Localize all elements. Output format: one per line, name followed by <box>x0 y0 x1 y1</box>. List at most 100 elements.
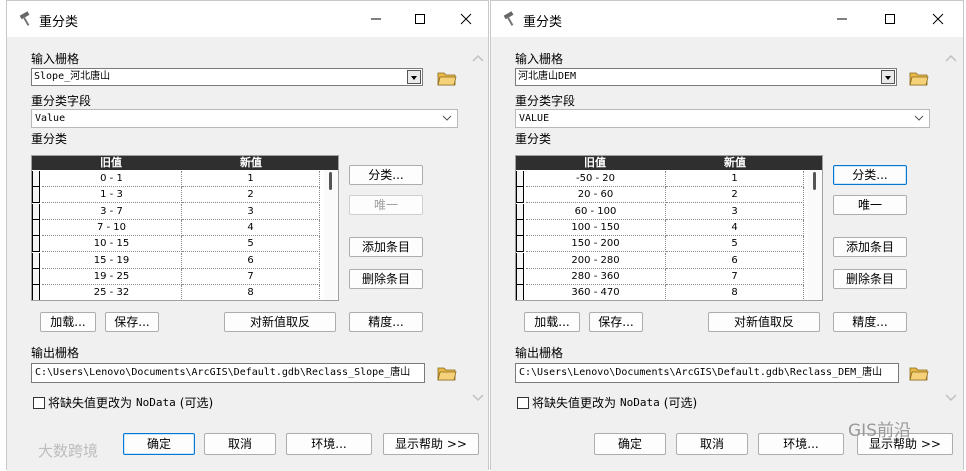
cell-new-value[interactable]: 5 <box>182 236 320 253</box>
row-header[interactable] <box>32 203 40 220</box>
cell-old-value[interactable]: 15 - 19 <box>42 252 182 269</box>
reverse-new-values-button[interactable]: 对新值取反 <box>708 312 820 332</box>
reclass-field-select[interactable]: VALUE <box>515 109 930 128</box>
reclass-table[interactable]: 旧值 新值 0 - 111 - 323 - 737 - 10 4 10 - 15 5 1… <box>31 155 339 301</box>
checkbox-box[interactable] <box>517 396 529 409</box>
maximize-button[interactable] <box>875 7 905 31</box>
environments-button[interactable]: 环境... <box>286 433 372 455</box>
panel-scroll-down-icon[interactable] <box>943 393 959 403</box>
show-help-button[interactable]: 显示帮助 >> <box>383 433 479 455</box>
row-header[interactable] <box>32 236 40 253</box>
cell-new-value[interactable]: 4 <box>666 219 804 236</box>
reclass-table[interactable]: 旧值 新值 -50 - 20 1 20 - 60 2 60 - 100 3 100 - 15… <box>515 155 823 301</box>
row-header[interactable] <box>516 171 524 187</box>
minimize-button[interactable] <box>827 7 857 31</box>
cell-old-value[interactable]: 19 - 25 <box>42 268 182 285</box>
classify-button[interactable]: 分类... <box>349 165 423 185</box>
table-scrollbar[interactable] <box>808 170 822 300</box>
cell-new-value[interactable]: 3 <box>666 203 804 220</box>
precision-button[interactable]: 精度... <box>833 312 907 332</box>
row-header[interactable] <box>516 236 524 253</box>
cell-new-value[interactable]: 2 <box>666 187 804 204</box>
cell-old-value[interactable]: 360 - 470 <box>526 285 666 300</box>
cell-old-value[interactable]: 0 - 1 <box>42 171 182 187</box>
cell-new-value[interactable]: 8 <box>666 285 804 300</box>
browse-input-button[interactable] <box>907 67 931 89</box>
maximize-button[interactable] <box>405 7 435 31</box>
row-header[interactable] <box>32 268 40 285</box>
nodata-checkbox[interactable]: 将缺失值更改为 NoData (可选) <box>33 394 213 411</box>
nodata-checkbox[interactable]: 将缺失值更改为 NoData (可选) <box>517 394 697 411</box>
cell-new-value[interactable]: 1 <box>182 171 320 187</box>
cell-old-value[interactable]: -50 - 20 <box>526 171 666 187</box>
browse-output-button[interactable] <box>435 362 459 384</box>
cell-old-value[interactable]: 100 - 150 <box>526 219 666 236</box>
cell-old-value[interactable]: 200 - 280 <box>526 252 666 269</box>
panel-scroll-up-icon[interactable] <box>943 53 959 63</box>
cell-old-value[interactable]: 25 - 32 <box>42 285 182 300</box>
cell-old-value[interactable]: 3 - 7 <box>42 203 182 220</box>
row-header[interactable] <box>516 219 524 236</box>
delete-entry-button[interactable]: 删除条目 <box>833 269 907 289</box>
cell-new-value[interactable]: 4 <box>182 219 320 236</box>
add-entry-button[interactable]: 添加条目 <box>349 237 423 257</box>
unique-button[interactable]: 唯一 <box>349 195 423 215</box>
browse-output-button[interactable] <box>907 362 931 384</box>
reclass-field-select[interactable]: Value <box>31 109 458 128</box>
delete-entry-button[interactable]: 删除条目 <box>349 269 423 289</box>
output-raster-field[interactable]: C:\Users\Lenovo\Documents\ArcGIS\Default… <box>515 363 899 383</box>
reverse-new-values-button[interactable]: 对新值取反 <box>224 312 336 332</box>
row-header[interactable] <box>32 171 40 187</box>
title-bar[interactable]: 重分类 <box>7 1 488 37</box>
browse-input-button[interactable] <box>435 67 459 89</box>
close-button[interactable] <box>923 7 953 31</box>
title-bar[interactable]: 重分类 <box>491 1 963 37</box>
unique-button[interactable]: 唯一 <box>833 195 907 215</box>
panel-scroll-down-icon[interactable] <box>470 393 486 403</box>
environments-button[interactable]: 环境... <box>758 433 844 455</box>
panel-scroll-up-icon[interactable] <box>470 53 486 63</box>
cell-new-value[interactable]: 8 <box>182 285 320 300</box>
cell-new-value[interactable]: 1 <box>666 171 804 187</box>
close-button[interactable] <box>451 7 481 31</box>
row-header[interactable] <box>516 268 524 285</box>
row-header[interactable] <box>516 203 524 220</box>
load-button[interactable]: 加载... <box>524 312 580 332</box>
row-header[interactable] <box>32 252 40 269</box>
ok-button[interactable]: 确定 <box>594 433 666 455</box>
cell-old-value[interactable]: 20 - 60 <box>526 187 666 204</box>
save-button[interactable]: 保存... <box>105 312 159 332</box>
row-header[interactable] <box>32 187 40 204</box>
cell-new-value[interactable]: 5 <box>666 236 804 253</box>
table-scrollbar[interactable] <box>324 170 338 300</box>
cell-new-value[interactable]: 6 <box>666 252 804 269</box>
cancel-button[interactable]: 取消 <box>204 433 276 455</box>
row-header[interactable] <box>516 252 524 269</box>
checkbox-box[interactable] <box>33 396 45 409</box>
cell-new-value[interactable]: 3 <box>182 203 320 220</box>
cell-old-value[interactable]: 150 - 200 <box>526 236 666 253</box>
input-raster-combo[interactable]: 河北唐山DEM <box>515 68 897 86</box>
minimize-button[interactable] <box>361 7 391 31</box>
input-raster-combo[interactable]: Slope_河北唐山 <box>31 68 423 86</box>
cell-old-value[interactable]: 10 - 15 <box>42 236 182 253</box>
row-header[interactable] <box>516 285 524 300</box>
scroll-thumb[interactable] <box>813 172 816 190</box>
row-header[interactable] <box>32 285 40 300</box>
output-raster-field[interactable]: C:\Users\Lenovo\Documents\ArcGIS\Default… <box>31 363 425 383</box>
cell-new-value[interactable]: 7 <box>666 268 804 285</box>
ok-button[interactable]: 确定 <box>123 433 195 455</box>
cell-old-value[interactable]: 7 - 10 <box>42 219 182 236</box>
load-button[interactable]: 加载... <box>40 312 96 332</box>
cell-old-value[interactable]: 1 - 3 <box>42 187 182 204</box>
precision-button[interactable]: 精度... <box>349 312 423 332</box>
scroll-thumb[interactable] <box>329 172 332 190</box>
chevron-down-icon[interactable] <box>881 70 895 84</box>
cell-new-value[interactable]: 7 <box>182 268 320 285</box>
chevron-down-icon[interactable] <box>407 70 421 84</box>
cell-new-value[interactable]: 6 <box>182 252 320 269</box>
cell-new-value[interactable]: 2 <box>182 187 320 204</box>
cell-old-value[interactable]: 280 - 360 <box>526 268 666 285</box>
classify-button[interactable]: 分类... <box>833 165 907 185</box>
save-button[interactable]: 保存... <box>589 312 643 332</box>
